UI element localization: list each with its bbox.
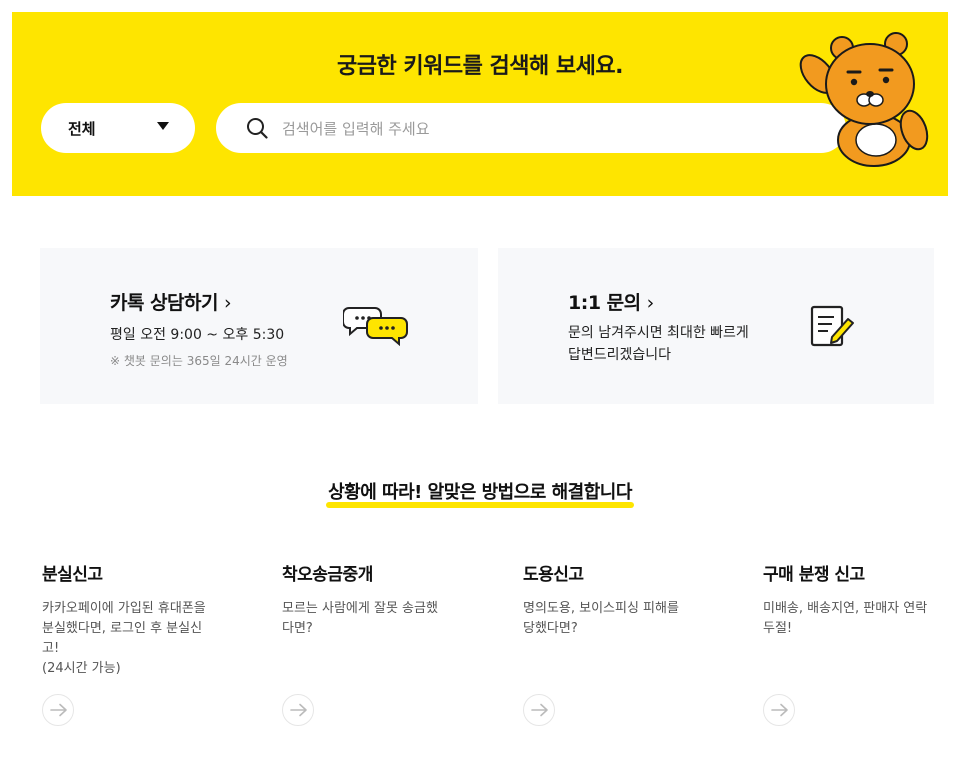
- category-purchase-dispute[interactable]: 구매 분쟁 신고 미배송, 배송지연, 판매자 연락 두절!: [763, 560, 953, 639]
- lost-report-arrow-button[interactable]: [42, 694, 74, 726]
- kakaotalk-consult-title-text: 카톡 상담하기: [110, 292, 219, 314]
- category-desc-line: 당했다면?: [523, 621, 578, 636]
- section-title: 상황에 따라! 알맞은 방법으로 해결합니다: [326, 478, 634, 508]
- kakaotalk-consult-card[interactable]: 카톡 상담하기 › 평일 오전 9:00 ~ 오후 5:30 ※ 챗봇 문의는 3…: [40, 248, 478, 404]
- search-box[interactable]: [216, 103, 846, 153]
- category-mistaken-transfer[interactable]: 착오송금중개 모르는 사람에게 잘못 송금했 다면?: [282, 560, 472, 639]
- arrow-right-icon: [50, 703, 67, 717]
- category-desc-line: 두절!: [763, 621, 793, 636]
- inquiry-desc-line: 문의 남겨주시면 최대한 빠르게: [568, 325, 749, 341]
- category-desc-line: 모르는 사람에게 잘못 송금했: [282, 601, 438, 616]
- category-desc-line: 다면?: [282, 621, 313, 636]
- category-desc: 카카오페이에 가입된 휴대폰을 분실했다면, 로그인 후 분실신 고! (24시…: [42, 599, 222, 679]
- arrow-right-icon: [531, 703, 548, 717]
- search-icon[interactable]: [246, 117, 268, 139]
- ryan-mascot-image: [799, 32, 929, 167]
- caret-down-icon: [157, 122, 169, 130]
- arrow-right-icon: [771, 703, 788, 717]
- category-title: 착오송금중개: [282, 565, 373, 585]
- category-title: 구매 분쟁 신고: [763, 565, 865, 585]
- identity-theft-arrow-button[interactable]: [523, 694, 555, 726]
- one-to-one-inquiry-card[interactable]: 1:1 문의 › 문의 남겨주시면 최대한 빠르게 답변드리겠습니다: [498, 248, 934, 404]
- category-desc-line: (24시간 가능): [42, 661, 121, 676]
- category-desc-line: 명의도용, 보이스피싱 피해를: [523, 601, 679, 616]
- category-desc: 명의도용, 보이스피싱 피해를 당했다면?: [523, 599, 703, 639]
- kakaotalk-consult-title[interactable]: 카톡 상담하기 ›: [110, 288, 232, 315]
- category-identity-theft[interactable]: 도용신고 명의도용, 보이스피싱 피해를 당했다면?: [523, 560, 713, 639]
- category-desc-line: 고!: [42, 641, 60, 656]
- chevron-right-icon: ›: [646, 292, 655, 314]
- search-scope-label: 전체: [68, 120, 96, 138]
- search-scope-select[interactable]: 전체: [41, 103, 195, 153]
- search-input[interactable]: [280, 115, 804, 143]
- inquiry-title-text: 1:1 문의: [568, 292, 641, 314]
- chatbot-note: ※ 챗봇 문의는 365일 24시간 운영: [110, 354, 288, 368]
- inquiry-title[interactable]: 1:1 문의 ›: [568, 288, 654, 315]
- mistaken-transfer-arrow-button[interactable]: [282, 694, 314, 726]
- note-pencil-icon: [810, 305, 854, 347]
- consult-hours: 평일 오전 9:00 ~ 오후 5:30: [110, 327, 285, 343]
- chat-bubbles-icon: [343, 307, 408, 346]
- category-title: 분실신고: [42, 565, 103, 585]
- category-desc: 미배송, 배송지연, 판매자 연락 두절!: [763, 599, 943, 639]
- category-desc-line: 카카오페이에 가입된 휴대폰을: [42, 601, 206, 616]
- inquiry-desc: 문의 남겨주시면 최대한 빠르게 답변드리겠습니다: [568, 322, 749, 366]
- inquiry-desc-line: 답변드리겠습니다: [568, 347, 672, 363]
- category-lost-report[interactable]: 분실신고 카카오페이에 가입된 휴대폰을 분실했다면, 로그인 후 분실신 고!…: [42, 560, 232, 679]
- purchase-dispute-arrow-button[interactable]: [763, 694, 795, 726]
- category-desc-line: 미배송, 배송지연, 판매자 연락: [763, 601, 928, 616]
- solutions-section-header: 상황에 따라! 알맞은 방법으로 해결합니다: [0, 478, 960, 508]
- category-desc: 모르는 사람에게 잘못 송금했 다면?: [282, 599, 462, 639]
- search-hero: 궁금한 키워드를 검색해 보세요. 전체: [12, 12, 948, 196]
- category-title: 도용신고: [523, 565, 584, 585]
- chevron-right-icon: ›: [224, 292, 232, 314]
- arrow-right-icon: [290, 703, 307, 717]
- category-desc-line: 분실했다면, 로그인 후 분실신: [42, 621, 203, 636]
